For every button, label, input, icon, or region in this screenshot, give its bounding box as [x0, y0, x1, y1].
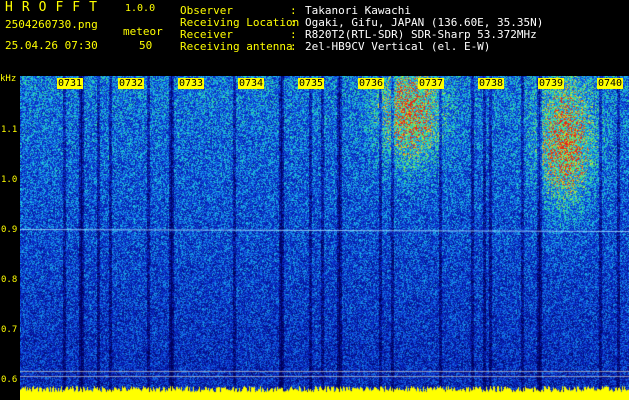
spectrogram-canvas: [20, 76, 629, 400]
time-label: 0736: [358, 78, 385, 89]
info-label-antenna: Receiving antenna: [180, 40, 293, 53]
app-version: 1.0.0: [125, 3, 156, 14]
time-label: 0735: [298, 78, 325, 89]
y-tick-label: 0.7: [1, 325, 18, 335]
time-label: 0739: [538, 78, 565, 89]
header-panel: HROFFT 1.0.0 2504260730.png meteor 25.04…: [0, 0, 629, 76]
time-label: 0733: [178, 78, 205, 89]
info-colon: :: [290, 40, 297, 53]
time-label: 0737: [418, 78, 445, 89]
y-tick-label: 1.0: [1, 175, 18, 185]
y-tick-label: 1.1: [1, 125, 18, 135]
y-tick-label: 0.8: [1, 275, 18, 285]
time-label: 0734: [238, 78, 265, 89]
frequency-axis: kHz 1.1 1.0 0.9 0.8 0.7 0.6: [0, 74, 20, 400]
meteor-count: 50: [139, 39, 153, 52]
time-label: 0738: [478, 78, 505, 89]
info-value-antenna: 2el-HB9CV Vertical (el. E-W): [305, 40, 491, 53]
y-tick-label: 0.6: [1, 375, 18, 385]
y-tick-label: 0.9: [1, 225, 18, 235]
time-label: 0731: [57, 78, 84, 89]
time-label: 0740: [597, 78, 624, 89]
spectrogram-plot: kHz 1.1 1.0 0.9 0.8 0.7 0.6 0731 0732 0733 0734 0…: [0, 74, 629, 400]
axis-unit: kHz: [0, 74, 17, 84]
time-label: 0732: [118, 78, 145, 89]
date-time: 25.04.26 07:30: [5, 39, 98, 52]
meteor-label: meteor: [123, 25, 163, 38]
file-name: 2504260730.png: [5, 18, 98, 31]
app-title: HROFFT: [5, 0, 106, 15]
